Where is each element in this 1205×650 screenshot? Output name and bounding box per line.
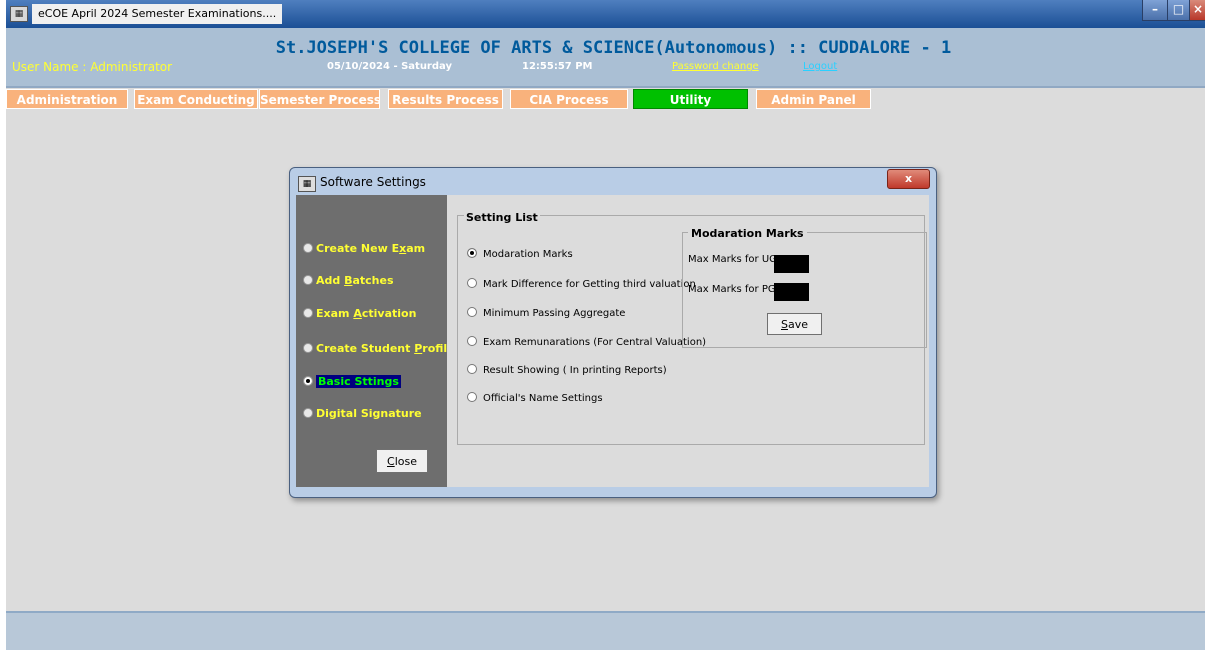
option-exam-remunarations[interactable]: Exam Remunarations (For Central Valuatio… <box>467 336 706 348</box>
settings-content-panel: Setting List Modaration Marks Mark Diffe… <box>447 195 929 487</box>
menu-semester-process[interactable]: Semester Process <box>259 89 380 109</box>
option-mark-difference[interactable]: Mark Difference for Getting third valuat… <box>467 278 696 290</box>
nav-label: Basic Sttings <box>316 375 401 388</box>
nav-digital-signature[interactable]: Digital Signature <box>303 407 422 420</box>
pg-max-marks-input[interactable] <box>774 283 809 301</box>
option-label: Mark Difference for Getting third valuat… <box>483 279 696 290</box>
menu-admin-panel[interactable]: Admin Panel <box>756 89 871 109</box>
title-bar: ▦ eCOE April 2024 Semester Examinations.… <box>6 0 1205 28</box>
status-bar <box>6 611 1205 650</box>
password-change-link[interactable]: Password change <box>672 61 759 72</box>
option-label: Exam Remunarations (For Central Valuatio… <box>483 337 707 348</box>
app-header: St.JOSEPH'S COLLEGE OF ARTS & SCIENCE(Au… <box>6 28 1205 88</box>
ug-label: Max Marks for UG <box>688 254 777 265</box>
current-date: 05/10/2024 - Saturday <box>327 61 452 72</box>
option-officials-name-settings[interactable]: Official's Name Settings <box>467 392 603 404</box>
nav-label: Digital Signature <box>316 407 422 420</box>
option-label: Minimum Passing Aggregate <box>483 308 626 319</box>
dialog-close-x-button[interactable]: x <box>887 169 930 189</box>
current-time: 12:55:57 PM <box>522 61 593 72</box>
nav-create-new-exam[interactable]: Create New Exam <box>303 242 425 255</box>
radio-icon <box>467 278 477 288</box>
user-name: User Name : Administrator <box>12 60 173 74</box>
nav-label: Exam Activation <box>316 307 417 320</box>
nav-label: Create Student Profile <box>316 342 455 355</box>
minimize-button[interactable]: – <box>1142 0 1168 21</box>
radio-checked-icon <box>467 248 477 258</box>
option-label: Modaration Marks <box>483 249 573 260</box>
option-modaration-marks[interactable]: Modaration Marks <box>467 248 573 260</box>
radio-icon <box>303 275 313 285</box>
nav-label: Add Batches <box>316 274 394 287</box>
save-button[interactable]: Save <box>767 313 822 335</box>
ug-max-marks-input[interactable] <box>774 255 809 273</box>
nav-add-batches[interactable]: Add Batches <box>303 274 394 287</box>
settings-nav-panel: Create New Exam Add Batches Exam Activat… <box>296 195 455 487</box>
logout-link[interactable]: Logout <box>803 61 837 72</box>
radio-icon <box>467 336 477 346</box>
radio-checked-icon <box>303 376 313 386</box>
menu-cia-process[interactable]: CIA Process <box>510 89 628 109</box>
radio-icon <box>467 392 477 402</box>
dialog-title: Software Settings <box>320 175 426 189</box>
app-window: ▦ eCOE April 2024 Semester Examinations.… <box>6 0 1205 650</box>
radio-icon <box>467 364 477 374</box>
option-label: Official's Name Settings <box>483 393 603 404</box>
window-title: eCOE April 2024 Semester Examinations...… <box>32 4 283 24</box>
nav-label: Create New Exam <box>316 242 426 255</box>
radio-icon <box>303 243 313 253</box>
app-icon: ▦ <box>10 6 28 22</box>
close-window-button[interactable]: × <box>1189 0 1205 21</box>
nav-create-student-profile[interactable]: Create Student Profile <box>303 342 455 355</box>
pg-label: Max Marks for PG <box>688 284 776 295</box>
option-minimum-passing-aggregate[interactable]: Minimum Passing Aggregate <box>467 307 625 319</box>
menu-results-process[interactable]: Results Process <box>388 89 503 109</box>
nav-exam-activation[interactable]: Exam Activation <box>303 307 416 320</box>
radio-icon <box>303 343 313 353</box>
dialog-app-icon: ▦ <box>298 176 316 192</box>
menu-utility[interactable]: Utility <box>633 89 748 109</box>
setting-list-legend: Setting List <box>464 211 540 224</box>
menu-exam-conducting[interactable]: Exam Conducting <box>134 89 258 109</box>
menu-administration[interactable]: Administration <box>6 89 128 109</box>
close-button[interactable]: Close <box>376 449 428 473</box>
maximize-button[interactable]: □ <box>1167 0 1190 21</box>
radio-icon <box>467 307 477 317</box>
radio-icon <box>303 408 313 418</box>
option-result-showing[interactable]: Result Showing ( In printing Reports) <box>467 364 667 376</box>
college-title-wrap: St.JOSEPH'S COLLEGE OF ARTS & SCIENCE(Au… <box>6 38 1205 58</box>
option-label: Result Showing ( In printing Reports) <box>483 365 667 376</box>
modaration-marks-legend: Modaration Marks <box>688 227 807 240</box>
college-title: St.JOSEPH'S COLLEGE OF ARTS & SCIENCE(Au… <box>275 38 952 58</box>
software-settings-dialog: ▦ Software Settings x Create New Exam Ad… <box>289 167 937 498</box>
nav-basic-settings[interactable]: Basic Sttings <box>303 375 401 388</box>
radio-icon <box>303 308 313 318</box>
